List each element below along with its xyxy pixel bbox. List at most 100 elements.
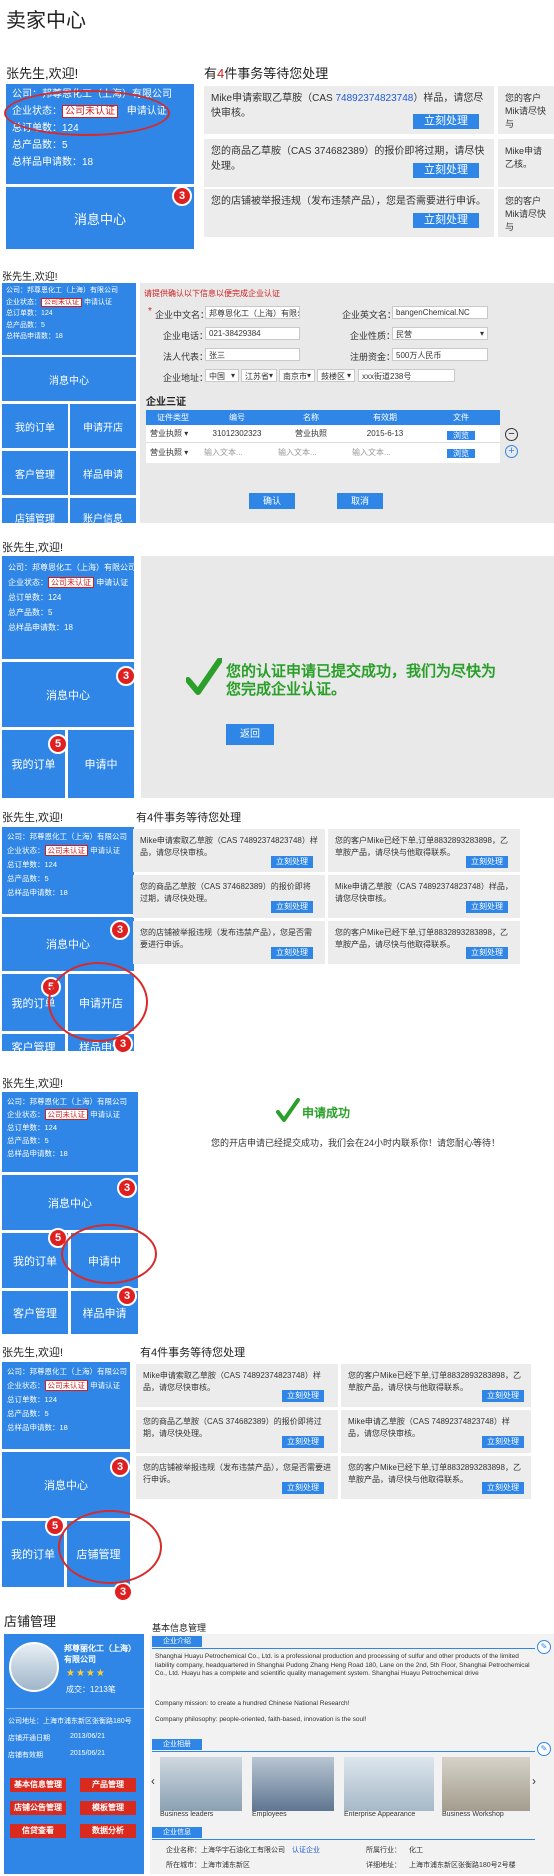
basic-info-button[interactable]: 基本信息管理 [10, 1778, 66, 1792]
edit-link-icon[interactable]: ✎ [537, 1742, 551, 1756]
province-value: 江苏省 [245, 372, 269, 381]
table-row: 营业执照 ▾ 输入文本... 输入文本... 输入文本... 浏览 [146, 443, 500, 461]
district-select[interactable]: 鼓楼区 ▾ [317, 369, 355, 382]
open-store-tile[interactable]: 申请开店 [70, 404, 136, 448]
form-notice: 请提供确认以下信息以便完成企业认证 [144, 289, 280, 298]
annotation-circle [61, 1224, 157, 1284]
message-badge: 3 [117, 1178, 137, 1198]
process-button[interactable]: 立刻处理 [482, 1482, 524, 1494]
info-label: 企业名称： [166, 1847, 201, 1854]
field-label: 注册资金： [350, 352, 396, 362]
status-row: 企业状态： 公司未认证 申请认证 [7, 844, 129, 858]
message-center-tile[interactable]: 消息中心 [2, 662, 134, 727]
credit-view-button[interactable]: 信贷查看 [10, 1824, 66, 1838]
cert-expiry[interactable]: 2015-6-13 [348, 429, 422, 438]
success-check-icon [186, 658, 222, 695]
process-button[interactable]: 立刻处理 [271, 947, 313, 959]
process-button[interactable]: 立刻处理 [282, 1436, 324, 1448]
edit-link-icon[interactable]: ✎ [537, 1640, 551, 1654]
nature-select[interactable]: 民营 ▾ [392, 327, 488, 340]
company-name: 公司：邦尊恩化工（上海）有限公司 [7, 1367, 127, 1376]
confirm-button[interactable]: 确认 [249, 493, 295, 509]
cert-number-input[interactable]: 输入文本... [200, 447, 274, 458]
process-button[interactable]: 立刻处理 [271, 856, 313, 868]
remove-row-icon[interactable]: − [505, 428, 518, 441]
process-button[interactable]: 立刻处理 [482, 1390, 524, 1402]
message-badge: 3 [110, 920, 130, 940]
data-analysis-button[interactable]: 数据分析 [80, 1824, 136, 1838]
process-button[interactable]: 立刻处理 [413, 114, 479, 129]
process-button[interactable]: 立刻处理 [466, 901, 508, 913]
phone-input[interactable]: 021-38429384 [205, 327, 300, 340]
applying-tile[interactable]: 申请中 [68, 730, 134, 798]
sample-count: 总样品申请数：18 [7, 1423, 68, 1432]
tab-album[interactable]: 企业相册 [152, 1739, 202, 1750]
store-title: 店铺管理 [4, 1614, 57, 1629]
tab-intro[interactable]: 企业介绍 [152, 1636, 202, 1647]
process-button[interactable]: 立刻处理 [413, 213, 479, 228]
album-next-icon[interactable]: › [532, 1774, 536, 1788]
add-row-icon[interactable]: + [505, 445, 518, 458]
certified-link[interactable]: 认证企业 [292, 1847, 320, 1854]
apply-cert-link[interactable]: 申请认证 [90, 1110, 120, 1119]
album-photo[interactable] [442, 1757, 530, 1811]
street-input[interactable]: xxx街道238号 [358, 369, 455, 382]
apply-cert-link[interactable]: 申请认证 [90, 846, 120, 855]
process-button[interactable]: 立刻处理 [271, 901, 313, 913]
tab-info[interactable]: 企业信息 [152, 1827, 202, 1838]
process-button[interactable]: 立刻处理 [466, 856, 508, 868]
en-name-input[interactable]: bangenChemical.NC [392, 306, 488, 319]
cn-name-input[interactable]: 邦尊恩化工（上海）有限公司 [205, 306, 300, 319]
rating-stars-icon: ★★★★ [66, 1668, 106, 1679]
cert-name-input[interactable]: 输入文本... [274, 447, 348, 458]
product-mgmt-button[interactable]: 产品管理 [80, 1778, 136, 1792]
notice-mgmt-button[interactable]: 店铺公告管理 [10, 1801, 66, 1815]
apply-cert-link[interactable]: 申请认证 [84, 299, 112, 306]
province-select[interactable]: 江苏省 ▾ [241, 369, 277, 382]
chevron-down-icon: ▾ [346, 371, 351, 380]
browse-button[interactable]: 浏览 [447, 449, 475, 458]
message-badge: 3 [116, 666, 136, 686]
process-button[interactable]: 立刻处理 [282, 1390, 324, 1402]
account-info-tile[interactable]: 账户信息 [70, 498, 136, 523]
customer-mgmt-tile[interactable]: 客户管理 [2, 451, 68, 495]
album-photo[interactable] [160, 1757, 242, 1811]
status-badge: 公司未认证 [44, 1109, 88, 1120]
store-mgmt-tile[interactable]: 店铺管理 [2, 498, 68, 523]
album-photo-caption: Business Workshop [442, 1811, 504, 1818]
process-button[interactable]: 立刻处理 [466, 947, 508, 959]
country-select[interactable]: 中国 ▾ [205, 369, 239, 382]
apply-cert-link[interactable]: 申请认证 [90, 1381, 120, 1390]
cert-number[interactable]: 31012302323 [200, 429, 274, 438]
message-center-tile[interactable]: 消息中心 [2, 357, 136, 401]
customer-mgmt-tile[interactable]: 客户管理 [2, 1034, 65, 1051]
cert-name[interactable]: 营业执照 [274, 428, 348, 439]
page-title: 卖家中心 [6, 10, 86, 32]
my-orders-tile[interactable]: 我的订单 [2, 404, 68, 448]
process-button[interactable]: 立刻处理 [282, 1482, 324, 1494]
album-prev-icon[interactable]: ‹ [151, 1774, 155, 1788]
back-button[interactable]: 返回 [226, 724, 274, 745]
table-header-cell: 有效期 [348, 410, 422, 425]
browse-button[interactable]: 浏览 [447, 430, 475, 440]
legal-rep-input[interactable]: 张三 [205, 348, 300, 361]
customer-mgmt-tile[interactable]: 客户管理 [2, 1291, 68, 1334]
capital-input[interactable]: 500万人民币 [392, 348, 488, 361]
process-button[interactable]: 立刻处理 [482, 1436, 524, 1448]
greeting: 张先生,欢迎! [2, 812, 64, 824]
city-select[interactable]: 南京市 ▾ [279, 369, 315, 382]
table-header-cell: 证件类型 [146, 410, 200, 425]
message-center-tile[interactable]: 消息中心 [6, 187, 194, 249]
sample-apply-tile[interactable]: 样品申请 [70, 451, 136, 495]
company-info-tile: 公司：邦尊恩化工（上海）有限公司 企业状态： 公司未认证 申请认证 总订单数：12… [2, 1362, 130, 1449]
cas-link[interactable]: 74892374823748 [335, 93, 413, 104]
apply-cert-link[interactable]: 申请认证 [96, 578, 128, 587]
cert-expiry-input[interactable]: 输入文本... [348, 447, 422, 458]
album-photo[interactable] [344, 1757, 434, 1811]
cancel-button[interactable]: 取消 [337, 493, 383, 509]
album-photo[interactable] [252, 1757, 334, 1811]
process-button[interactable]: 立刻处理 [413, 163, 479, 178]
template-mgmt-button[interactable]: 模板管理 [80, 1801, 136, 1815]
cert-type-select[interactable]: 营业执照 ▾ [146, 447, 200, 458]
cert-type-select[interactable]: 营业执照 ▾ [146, 428, 200, 439]
